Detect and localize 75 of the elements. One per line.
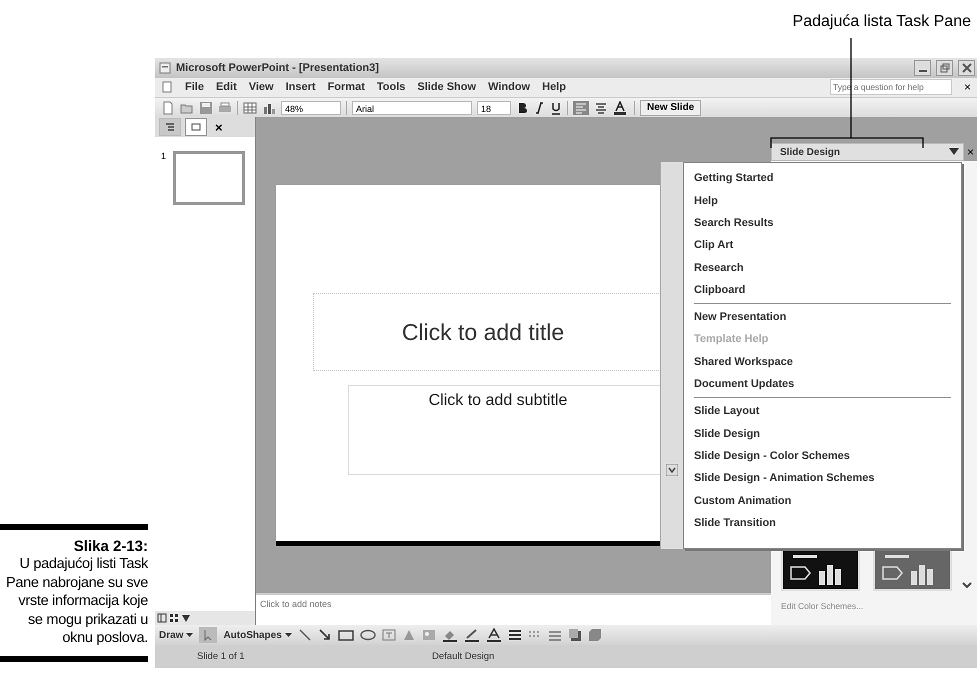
shadow-icon[interactable] bbox=[568, 628, 582, 642]
align-left-icon[interactable] bbox=[573, 100, 589, 114]
menu-item[interactable]: Format bbox=[328, 81, 365, 94]
menu-item[interactable]: Slide Show bbox=[417, 81, 476, 94]
task-pane-dropdown[interactable]: Slide Design bbox=[771, 143, 964, 162]
outline-tab[interactable] bbox=[159, 118, 181, 136]
dropdown-item[interactable]: Research bbox=[694, 256, 951, 279]
dropdown-item[interactable]: Getting Started bbox=[694, 167, 951, 190]
design-name: Default Design bbox=[432, 651, 494, 662]
font-field[interactable]: Arial bbox=[352, 100, 472, 114]
slide-thumbnail[interactable] bbox=[173, 151, 246, 206]
document-icon bbox=[161, 81, 173, 94]
rectangle-icon[interactable] bbox=[338, 628, 354, 642]
close-pane-button[interactable]: × bbox=[215, 120, 223, 135]
dropdown-item[interactable]: Clip Art bbox=[694, 234, 951, 257]
menu-item[interactable]: Tools bbox=[376, 81, 406, 94]
minimize-icon bbox=[918, 70, 926, 72]
caption-text: U padajućoj listi Task Pane nabrojane su sve vrste informacija koje se mogu prikazati u oknu poslova. bbox=[4, 555, 148, 648]
close-document-button[interactable]: × bbox=[964, 80, 971, 94]
font-color-icon[interactable] bbox=[486, 628, 502, 642]
app-icon bbox=[159, 62, 171, 74]
close-icon bbox=[962, 62, 972, 73]
table-icon[interactable] bbox=[243, 100, 257, 114]
dropdown-item[interactable]: Search Results bbox=[694, 212, 951, 234]
slide-icon bbox=[191, 122, 201, 132]
slide-show-icon[interactable] bbox=[181, 613, 191, 624]
bold-icon[interactable] bbox=[516, 100, 528, 114]
dropdown-item[interactable]: Help bbox=[694, 190, 951, 212]
menu-item[interactable]: Insert bbox=[286, 81, 316, 94]
help-search-field[interactable]: Type a question for help bbox=[830, 79, 952, 96]
dropdown-item[interactable]: Custom Animation bbox=[694, 490, 951, 512]
restore-icon bbox=[940, 62, 950, 73]
draw-menu-button[interactable]: Draw bbox=[159, 630, 194, 641]
line-color-icon[interactable] bbox=[464, 628, 480, 642]
callout-label: Padajuća lista Task Pane bbox=[792, 12, 971, 32]
menu-item[interactable]: Edit bbox=[216, 81, 237, 94]
restore-button[interactable] bbox=[936, 60, 953, 76]
window-title: Microsoft PowerPoint - [Presentation3] bbox=[176, 62, 379, 74]
zoom-field[interactable]: 48% bbox=[281, 100, 341, 114]
caret-icon bbox=[948, 148, 959, 156]
line-icon[interactable] bbox=[298, 628, 312, 642]
new-slide-button[interactable]: New Slide bbox=[640, 100, 702, 116]
scroll-bar[interactable] bbox=[660, 162, 684, 550]
slides-tab[interactable] bbox=[185, 118, 207, 136]
menu-item[interactable]: File bbox=[185, 81, 204, 94]
underline-icon[interactable] bbox=[550, 100, 562, 114]
notes-field[interactable]: Click to add notes bbox=[256, 593, 771, 626]
scroll-down-icon[interactable] bbox=[666, 464, 678, 476]
outline-icon bbox=[165, 122, 175, 132]
menu-item[interactable]: View bbox=[248, 81, 274, 94]
slide-sorter-icon[interactable] bbox=[169, 613, 179, 624]
align-center-icon[interactable] bbox=[594, 100, 608, 114]
menu-item[interactable]: Help bbox=[542, 81, 566, 94]
printer-icon[interactable] bbox=[218, 100, 232, 114]
text-box-icon[interactable] bbox=[382, 628, 396, 642]
autoshapes-menu-button[interactable]: AutoShapes bbox=[223, 630, 292, 641]
fill-color-icon[interactable] bbox=[442, 628, 458, 642]
font-size-field[interactable]: 18 bbox=[477, 100, 511, 114]
new-document-icon[interactable] bbox=[161, 100, 175, 114]
caret-icon bbox=[284, 632, 292, 638]
caption-title: Slika 2-13: bbox=[72, 538, 148, 556]
minimize-button[interactable] bbox=[914, 60, 931, 76]
slide-count: Slide 1 of 1 bbox=[197, 651, 246, 662]
arrow-icon[interactable] bbox=[318, 628, 332, 642]
caret-icon bbox=[186, 632, 194, 638]
oval-icon[interactable] bbox=[360, 628, 376, 642]
italic-icon[interactable] bbox=[533, 100, 545, 114]
font-color-icon[interactable] bbox=[613, 100, 629, 114]
normal-view-icon[interactable] bbox=[157, 613, 167, 624]
close-button[interactable] bbox=[958, 60, 975, 76]
close-task-pane-button[interactable]: × bbox=[964, 145, 977, 160]
dropdown-item[interactable]: Slide Transition bbox=[694, 512, 951, 534]
line-style-icon[interactable] bbox=[508, 628, 522, 642]
menu-item[interactable]: Window bbox=[488, 81, 530, 94]
slide-number: 1 bbox=[161, 151, 166, 162]
